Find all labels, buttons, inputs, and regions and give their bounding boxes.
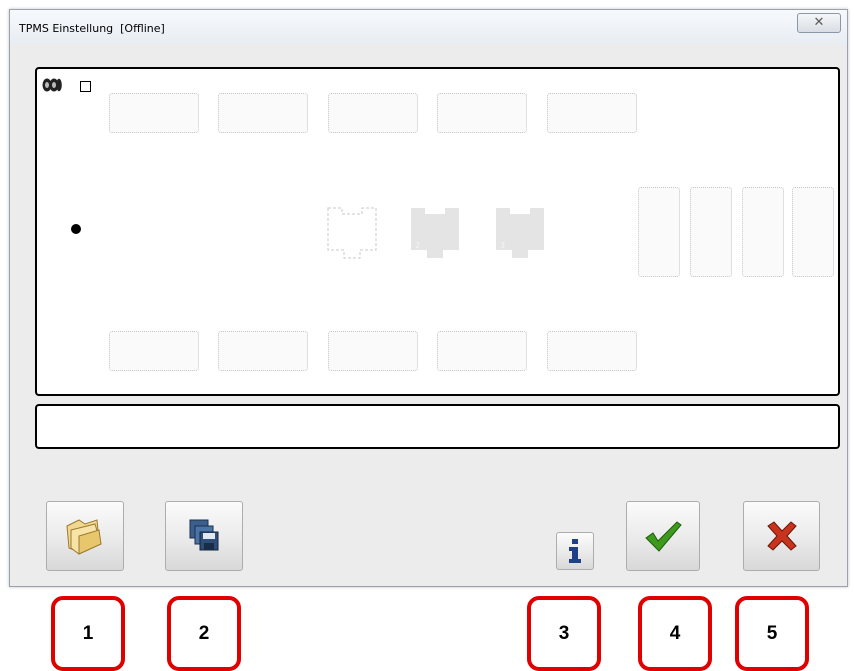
marker-5: 5 xyxy=(735,596,809,671)
tire-checkbox[interactable] xyxy=(80,81,91,92)
tire-slot-top-4[interactable] xyxy=(437,93,527,133)
tire-slot-bottom-1[interactable] xyxy=(109,331,199,371)
cancel-button[interactable] xyxy=(743,501,820,571)
folder-open-icon xyxy=(66,519,102,555)
tire-slot-top-2[interactable] xyxy=(218,93,308,133)
tire-slot-side-3[interactable] xyxy=(742,187,784,277)
tire-slot-bottom-4[interactable] xyxy=(437,331,527,371)
ok-button[interactable] xyxy=(626,501,700,571)
axle-label-2: 2 xyxy=(415,241,420,250)
title-bar: TPMS Einstellung [Offline] ✕ xyxy=(10,10,847,44)
tire-slot-side-1[interactable] xyxy=(638,187,680,277)
position-dot xyxy=(71,224,81,234)
close-button[interactable]: ✕ xyxy=(797,13,841,33)
marker-2: 2 xyxy=(167,596,241,671)
close-icon: ✕ xyxy=(813,15,825,30)
tire-slot-bottom-3[interactable] xyxy=(328,331,418,371)
tpms-settings-window: TPMS Einstellung [Offline] ✕ 2 3 xyxy=(9,9,848,587)
marker-4: 4 xyxy=(638,596,712,671)
status-panel xyxy=(35,404,840,449)
info-icon xyxy=(569,539,581,563)
open-button[interactable] xyxy=(46,501,124,571)
tire-slot-bottom-2[interactable] xyxy=(218,331,308,371)
save-button[interactable] xyxy=(165,501,243,571)
tire-slot-top-5[interactable] xyxy=(547,93,637,133)
window-title: TPMS Einstellung [Offline] xyxy=(19,22,165,35)
floppy-disks-icon xyxy=(189,519,219,551)
marker-3: 3 xyxy=(527,596,601,671)
tire-layout-panel: 2 3 xyxy=(35,67,840,396)
green-checkmark-icon xyxy=(645,521,682,552)
marker-1: 1 xyxy=(51,596,125,671)
red-x-icon xyxy=(766,521,797,551)
axle-label-3: 3 xyxy=(500,241,505,250)
info-button[interactable] xyxy=(556,532,594,570)
tires-icon xyxy=(42,78,62,92)
tire-slot-top-1[interactable] xyxy=(109,93,199,133)
tire-slot-bottom-5[interactable] xyxy=(547,331,637,371)
axle-icon: 3 xyxy=(496,208,544,258)
axle-icon: 2 xyxy=(411,208,459,258)
tire-slot-side-2[interactable] xyxy=(690,187,732,277)
tire-slot-side-4[interactable] xyxy=(792,187,834,277)
tire-slot-top-3[interactable] xyxy=(328,93,418,133)
axle-outline-icon xyxy=(327,207,377,259)
